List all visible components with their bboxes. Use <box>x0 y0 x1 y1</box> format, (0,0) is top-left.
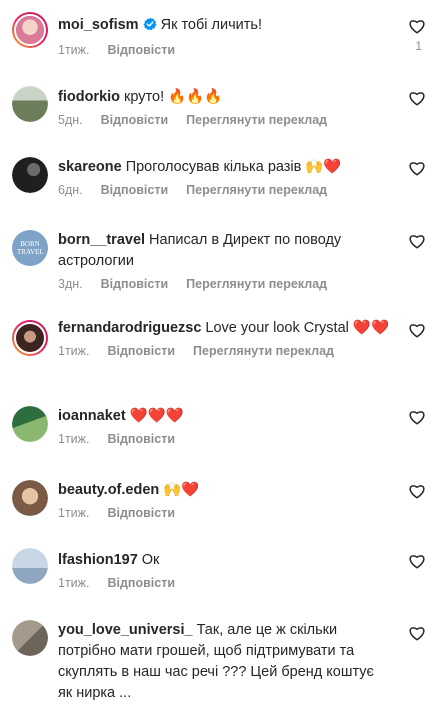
comment-body: born__travel Написал в Директ по поводу а… <box>58 230 392 291</box>
comment-body: fernandarodriguezsc Love your look Crysta… <box>58 318 392 358</box>
comment-time: 1тиж. <box>58 432 90 446</box>
comment-text: ❤️❤️❤️ <box>129 408 184 424</box>
comment-time: 5дн. <box>58 113 83 127</box>
comment-text: Ок <box>141 552 160 568</box>
comment: fiodorkio круто! 🔥🔥🔥 5дн. Відповісти Пере… <box>0 86 444 146</box>
username[interactable]: born__travel <box>58 232 145 248</box>
comment-time: 1тиж. <box>58 344 90 358</box>
heart-icon[interactable] <box>408 89 426 107</box>
avatar[interactable] <box>12 480 48 516</box>
reply-button[interactable]: Відповісти <box>101 183 169 197</box>
see-translation-button[interactable]: Переглянути переклад <box>193 344 334 358</box>
comment: beauty.of.eden 🙌❤️ 1тиж. Відповісти <box>0 480 444 530</box>
heart-icon[interactable] <box>408 17 426 35</box>
comment-body: fiodorkio круто! 🔥🔥🔥 5дн. Відповісти Пере… <box>58 87 392 127</box>
heart-icon[interactable] <box>408 232 426 250</box>
comment-body: beauty.of.eden 🙌❤️ 1тиж. Відповісти <box>58 480 392 520</box>
comment-body: lfashion197 Ок 1тиж. Відповісти <box>58 550 392 590</box>
username[interactable]: you_love_universi_ <box>58 622 193 638</box>
username[interactable]: skareone <box>58 159 122 175</box>
comment: lfashion197 Ок 1тиж. Відповісти <box>0 548 444 598</box>
reply-button[interactable]: Відповісти <box>101 113 169 127</box>
see-translation-button[interactable]: Переглянути переклад <box>186 113 327 127</box>
comment-time: 1тиж. <box>58 43 90 57</box>
comment-text: Love your look Crystal ❤️❤️ <box>205 320 390 336</box>
comment: BORN TRAVEL born__travel Написал в Директ… <box>0 230 444 300</box>
verified-badge-icon <box>143 17 157 31</box>
avatar-text: BORN TRAVEL <box>17 240 44 256</box>
comment-time: 1тиж. <box>58 576 90 590</box>
reply-button[interactable]: Відповісти <box>108 43 176 57</box>
like-count: 1 <box>415 39 422 53</box>
comment-time: 6дн. <box>58 183 83 197</box>
reply-button[interactable]: Відповісти <box>108 576 176 590</box>
avatar[interactable] <box>12 320 48 356</box>
avatar[interactable] <box>12 86 48 122</box>
heart-icon[interactable] <box>408 624 426 642</box>
heart-icon[interactable] <box>408 321 426 339</box>
comment: you_love_universi_ Так, але це ж скільки … <box>0 620 444 701</box>
see-translation-button[interactable]: Переглянути переклад <box>186 277 327 291</box>
comment-text: круто! 🔥🔥🔥 <box>124 89 223 105</box>
comment-body: skareone Проголосував кілька разів 🙌❤️ 6д… <box>58 157 392 197</box>
avatar[interactable] <box>12 620 48 656</box>
reply-button[interactable]: Відповісти <box>108 506 176 520</box>
comment: ioannaket ❤️❤️❤️ 1тиж. Відповісти <box>0 406 444 456</box>
comment-body: moi_sofism Як тобі личить! 1тиж. Відповіс… <box>58 15 392 57</box>
heart-icon[interactable] <box>408 552 426 570</box>
comment-body: you_love_universi_ Так, але це ж скільки … <box>58 620 392 704</box>
reply-button[interactable]: Відповісти <box>108 432 176 446</box>
reply-button[interactable]: Відповісти <box>108 344 176 358</box>
username[interactable]: moi_sofism <box>58 17 139 33</box>
reply-button[interactable]: Відповісти <box>101 277 169 291</box>
avatar[interactable] <box>12 12 48 48</box>
heart-icon[interactable] <box>408 159 426 177</box>
comment-text: Як тобі личить! <box>160 17 262 33</box>
avatar[interactable]: BORN TRAVEL <box>12 230 48 266</box>
avatar[interactable] <box>12 406 48 442</box>
comment: fernandarodriguezsc Love your look Crysta… <box>0 320 444 380</box>
comment-text: Проголосував кілька разів 🙌❤️ <box>125 159 342 175</box>
avatar[interactable] <box>12 157 48 193</box>
comment-text: 🙌❤️ <box>163 482 200 498</box>
see-translation-button[interactable]: Переглянути переклад <box>186 183 327 197</box>
comment-body: ioannaket ❤️❤️❤️ 1тиж. Відповісти <box>58 406 392 446</box>
comment-time: 1тиж. <box>58 506 90 520</box>
comment: moi_sofism Як тобі личить! 1тиж. Відповіс… <box>0 12 444 72</box>
heart-icon[interactable] <box>408 482 426 500</box>
username[interactable]: fernandarodriguezsc <box>58 320 201 336</box>
username[interactable]: beauty.of.eden <box>58 482 159 498</box>
comment-time: 3дн. <box>58 277 83 291</box>
username[interactable]: lfashion197 <box>58 552 138 568</box>
heart-icon[interactable] <box>408 408 426 426</box>
username[interactable]: fiodorkio <box>58 89 120 105</box>
username[interactable]: ioannaket <box>58 408 126 424</box>
comment: skareone Проголосував кілька разів 🙌❤️ 6д… <box>0 157 444 217</box>
avatar[interactable] <box>12 548 48 584</box>
